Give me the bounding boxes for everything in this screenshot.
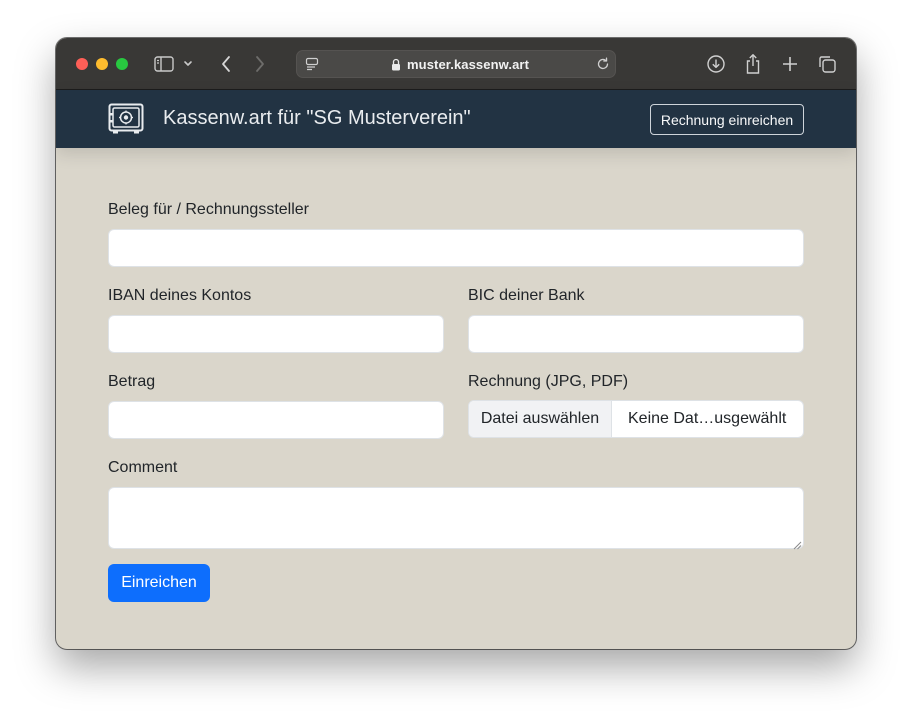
betrag-label: Betrag	[108, 373, 156, 390]
file-status: Keine Dat…usgewählt	[628, 410, 787, 427]
betrag-input[interactable]	[108, 401, 444, 439]
close-window-button[interactable]	[76, 58, 88, 70]
browser-window: muster.kassenw.art Kassenw.art für "SG M…	[56, 38, 856, 649]
address-bar[interactable]: muster.kassenw.art	[296, 50, 616, 78]
choose-file-button[interactable]: Datei auswählen	[469, 401, 612, 437]
invoice-file-input[interactable]: Datei auswählen Keine Dat…usgewählt	[468, 400, 804, 438]
zoom-window-button[interactable]	[116, 58, 128, 70]
back-icon[interactable]	[214, 52, 238, 76]
share-icon[interactable]	[741, 52, 765, 76]
iban-input[interactable]	[108, 315, 444, 353]
comment-textarea[interactable]	[108, 487, 804, 549]
invoice-form: Beleg für / Rechnungssteller IBAN deines…	[56, 148, 856, 649]
download-icon[interactable]	[704, 52, 728, 76]
rechnung-label: Rechnung (JPG, PDF)	[468, 373, 629, 390]
safe-icon[interactable]	[108, 103, 144, 135]
chevron-down-icon[interactable]	[180, 52, 196, 76]
bic-input[interactable]	[468, 315, 804, 353]
submit-button[interactable]: Einreichen	[108, 564, 210, 602]
bic-label: BIC deiner Bank	[468, 287, 585, 304]
tabs-overview-icon[interactable]	[815, 52, 839, 76]
submit-invoice-nav-button[interactable]: Rechnung einreichen	[650, 104, 804, 135]
navbar: Kassenw.art für "SG Musterverein" Rechnu…	[56, 90, 856, 148]
new-tab-icon[interactable]	[778, 52, 802, 76]
brand-title[interactable]: Kassenw.art für "SG Musterverein"	[163, 107, 471, 130]
beleg-input[interactable]	[108, 229, 804, 267]
browser-toolbar: muster.kassenw.art	[56, 38, 856, 90]
reload-icon[interactable]	[596, 57, 610, 76]
comment-label: Comment	[108, 459, 178, 476]
minimize-window-button[interactable]	[96, 58, 108, 70]
lock-icon	[391, 58, 401, 76]
address-url: muster.kassenw.art	[407, 57, 529, 72]
iban-label: IBAN deines Kontos	[108, 287, 252, 304]
forward-icon[interactable]	[248, 52, 272, 76]
resize-handle-icon[interactable]	[792, 537, 854, 647]
beleg-label: Beleg für / Rechnungssteller	[108, 201, 309, 218]
page-menu-icon[interactable]	[305, 57, 319, 76]
sidebar-icon[interactable]	[152, 52, 176, 76]
